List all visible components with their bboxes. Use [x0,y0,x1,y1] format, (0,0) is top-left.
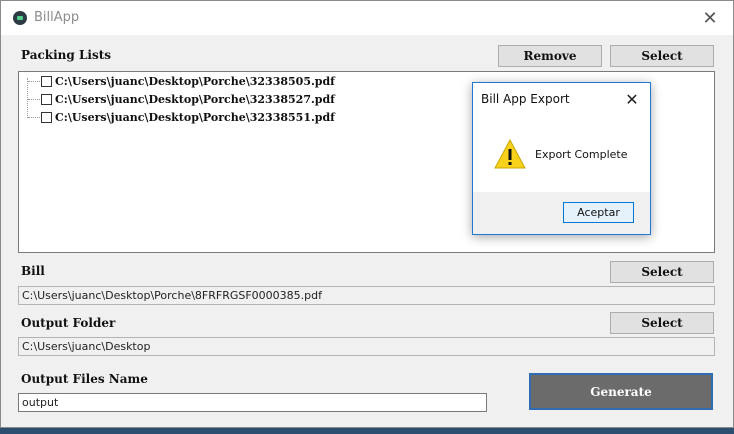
output-folder-field[interactable]: C:\Users\juanc\Desktop [18,337,715,356]
list-item[interactable]: C:\Users\juanc\Desktop\Porche\32338527.p… [41,91,335,108]
list-item[interactable]: C:\Users\juanc\Desktop\Porche\32338551.p… [41,109,335,126]
remove-button[interactable]: Remove [498,45,602,67]
accept-button[interactable]: Aceptar [563,202,634,223]
dialog-title: Bill App Export [481,92,570,106]
generate-button[interactable]: Generate [529,373,713,410]
output-files-name-label: Output Files Name [21,372,148,386]
title-bar: BillApp ✕ [1,1,733,35]
item-checkbox[interactable] [41,112,52,123]
tree-branch [28,117,40,118]
app-icon [13,11,27,25]
bill-path-field[interactable]: C:\Users\juanc\Desktop\Porche\8FRFRGSF00… [18,286,715,305]
tree-branch [28,81,40,82]
item-path: C:\Users\juanc\Desktop\Porche\32338505.p… [55,75,335,88]
output-folder-select-button[interactable]: Select [610,312,714,334]
tree-branch [28,99,40,100]
dialog-close-icon[interactable]: ✕ [618,86,646,112]
bill-select-button[interactable]: Select [610,261,714,283]
warning-icon [494,138,526,169]
window-title: BillApp [34,10,80,25]
output-folder-label: Output Folder [21,316,116,330]
dialog-footer: Aceptar [473,192,650,234]
bill-label: Bill [21,264,45,278]
item-checkbox[interactable] [41,76,52,87]
packing-lists-label: Packing Lists [21,48,111,62]
tree-connector [27,78,29,118]
export-dialog: Bill App Export ✕ Export Complete Acepta… [472,82,651,235]
item-path: C:\Users\juanc\Desktop\Porche\32338551.p… [55,111,335,124]
item-checkbox[interactable] [41,94,52,105]
list-item[interactable]: C:\Users\juanc\Desktop\Porche\32338505.p… [41,73,335,90]
output-files-name-input[interactable]: output [18,393,487,412]
item-path: C:\Users\juanc\Desktop\Porche\32338527.p… [55,93,335,106]
window-close-icon[interactable]: ✕ [687,1,733,35]
dialog-message: Export Complete [535,148,628,161]
packing-lists-select-button[interactable]: Select [610,45,714,67]
